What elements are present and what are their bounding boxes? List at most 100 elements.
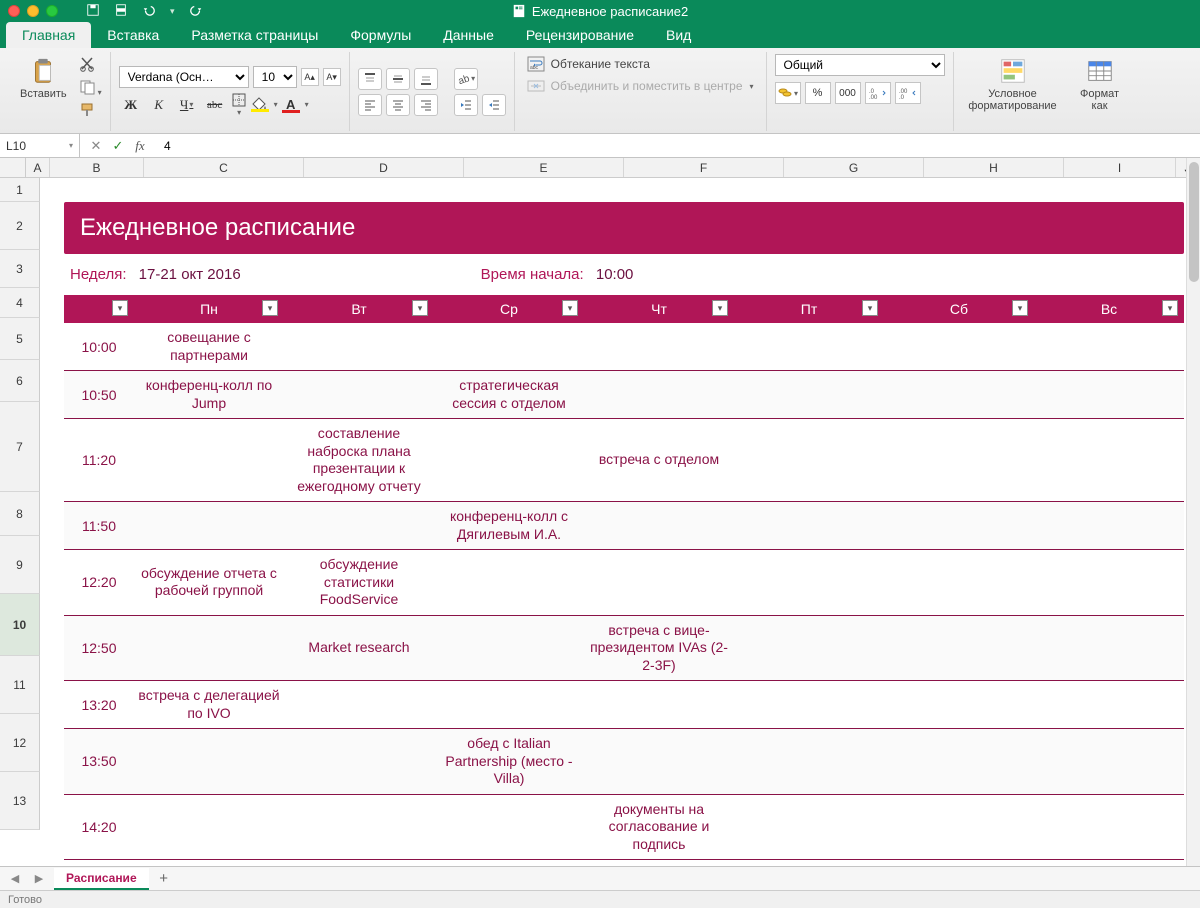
schedule-cell[interactable]: [284, 502, 434, 549]
align-right-button[interactable]: [414, 94, 438, 116]
decrease-indent-button[interactable]: [454, 94, 478, 116]
schedule-cell[interactable]: [284, 795, 434, 860]
schedule-cell[interactable]: [1034, 323, 1184, 370]
row-header-12[interactable]: 12: [0, 714, 40, 772]
border-button[interactable]: ▾: [231, 92, 247, 117]
filter-dropdown-day-6[interactable]: [1162, 300, 1178, 316]
schedule-cell[interactable]: встреча с отделом: [584, 419, 734, 501]
sheet-tab-active[interactable]: Расписание: [54, 868, 149, 890]
tab-page-layout[interactable]: Разметка страницы: [175, 22, 334, 48]
schedule-time[interactable]: 14:20: [64, 795, 134, 860]
schedule-time[interactable]: 12:20: [64, 550, 134, 615]
row-header-13[interactable]: 13: [0, 772, 40, 830]
schedule-time[interactable]: 11:20: [64, 419, 134, 501]
schedule-cell[interactable]: [134, 729, 284, 794]
column-header-B[interactable]: B: [50, 158, 144, 177]
schedule-cell[interactable]: [284, 729, 434, 794]
schedule-cell[interactable]: [1034, 681, 1184, 728]
column-header-A[interactable]: A: [26, 158, 50, 177]
decrease-font-button[interactable]: A▾: [323, 68, 341, 86]
schedule-cell[interactable]: [734, 550, 884, 615]
scrollbar-thumb[interactable]: [1189, 162, 1199, 282]
tab-formulas[interactable]: Формулы: [334, 22, 427, 48]
schedule-cell[interactable]: [434, 795, 584, 860]
select-all-corner[interactable]: [0, 158, 26, 177]
fx-button[interactable]: fx: [130, 136, 150, 156]
schedule-time[interactable]: 11:50: [64, 502, 134, 549]
schedule-cell[interactable]: [734, 729, 884, 794]
schedule-cell[interactable]: [884, 419, 1034, 501]
tab-view[interactable]: Вид: [650, 22, 707, 48]
schedule-cell[interactable]: [584, 550, 734, 615]
print-preview-icon[interactable]: [114, 3, 128, 20]
add-sheet-button[interactable]: +: [155, 870, 173, 888]
name-box[interactable]: L10 ▾: [0, 134, 80, 158]
row-header-9[interactable]: 9: [0, 536, 40, 594]
sheet-nav-next[interactable]: ▶: [30, 870, 48, 888]
schedule-cell[interactable]: [884, 550, 1034, 615]
merge-center-button[interactable]: Объединить и поместить в центре ▾: [527, 78, 754, 94]
strike-button[interactable]: abc: [203, 94, 227, 116]
day-header-5[interactable]: Сб: [884, 295, 1034, 323]
schedule-cell[interactable]: конференц-колл по Jump: [134, 371, 284, 418]
row-header-3[interactable]: 3: [0, 250, 40, 288]
day-header-3[interactable]: Чт: [584, 295, 734, 323]
font-size-select[interactable]: 10: [253, 66, 297, 88]
schedule-time[interactable]: 13:20: [64, 681, 134, 728]
format-painter-button[interactable]: [79, 102, 102, 121]
undo-icon[interactable]: [142, 3, 156, 20]
align-center-button[interactable]: [386, 94, 410, 116]
schedule-cell[interactable]: [884, 502, 1034, 549]
day-header-1[interactable]: Вт: [284, 295, 434, 323]
schedule-cell[interactable]: [284, 323, 434, 370]
sheet-nav-prev[interactable]: ◀: [6, 870, 24, 888]
column-header-C[interactable]: C: [144, 158, 304, 177]
day-header-6[interactable]: Вс: [1034, 295, 1184, 323]
fill-color-button[interactable]: [251, 97, 269, 112]
schedule-cell[interactable]: [584, 502, 734, 549]
column-header-D[interactable]: D: [304, 158, 464, 177]
filter-dropdown-day-0[interactable]: [262, 300, 278, 316]
tab-data[interactable]: Данные: [427, 22, 510, 48]
schedule-cell[interactable]: [884, 616, 1034, 681]
schedule-cell[interactable]: [734, 371, 884, 418]
schedule-cell[interactable]: [584, 681, 734, 728]
schedule-cell[interactable]: [134, 795, 284, 860]
schedule-cell[interactable]: [134, 419, 284, 501]
schedule-cell[interactable]: [1034, 550, 1184, 615]
sheet-content[interactable]: Ежедневное расписание Неделя: 17-21 окт …: [40, 178, 1200, 866]
italic-button[interactable]: К: [147, 94, 171, 116]
font-name-select[interactable]: Verdana (Осн…: [119, 66, 249, 88]
underline-button[interactable]: Ч▾: [175, 94, 199, 116]
orientation-button[interactable]: ab▾: [454, 68, 478, 90]
schedule-cell[interactable]: документы на согласование и подпись: [584, 795, 734, 860]
schedule-cell[interactable]: обсуждение отчета с рабочей группой: [134, 550, 284, 615]
schedule-cell[interactable]: [734, 323, 884, 370]
bold-button[interactable]: Ж: [119, 94, 143, 116]
column-header-I[interactable]: I: [1064, 158, 1176, 177]
day-header-0[interactable]: Пн: [134, 295, 284, 323]
cut-button[interactable]: [79, 56, 102, 75]
decrease-decimal-button[interactable]: .00.0: [895, 82, 921, 104]
currency-button[interactable]: ▾: [775, 82, 801, 104]
filter-dropdown-day-5[interactable]: [1012, 300, 1028, 316]
row-header-2[interactable]: 2: [0, 202, 40, 250]
vertical-scrollbar[interactable]: [1186, 158, 1200, 866]
schedule-cell[interactable]: [734, 681, 884, 728]
schedule-cell[interactable]: конференц-колл с Дягилевым И.А.: [434, 502, 584, 549]
row-header-8[interactable]: 8: [0, 492, 40, 536]
align-bottom-button[interactable]: [414, 68, 438, 90]
schedule-cell[interactable]: [734, 616, 884, 681]
format-as-table-button[interactable]: Формат как: [1070, 54, 1130, 114]
day-header-2[interactable]: Ср: [434, 295, 584, 323]
increase-indent-button[interactable]: [482, 94, 506, 116]
conditional-formatting-button[interactable]: Условное форматирование: [962, 54, 1064, 114]
minimize-window-button[interactable]: [27, 5, 39, 17]
schedule-cell[interactable]: [884, 371, 1034, 418]
redo-icon[interactable]: [189, 3, 203, 20]
schedule-cell[interactable]: [584, 371, 734, 418]
schedule-cell[interactable]: обед с Italian Partnership (место - Vill…: [434, 729, 584, 794]
schedule-cell[interactable]: [134, 502, 284, 549]
tab-insert[interactable]: Вставка: [91, 22, 175, 48]
column-header-E[interactable]: E: [464, 158, 624, 177]
